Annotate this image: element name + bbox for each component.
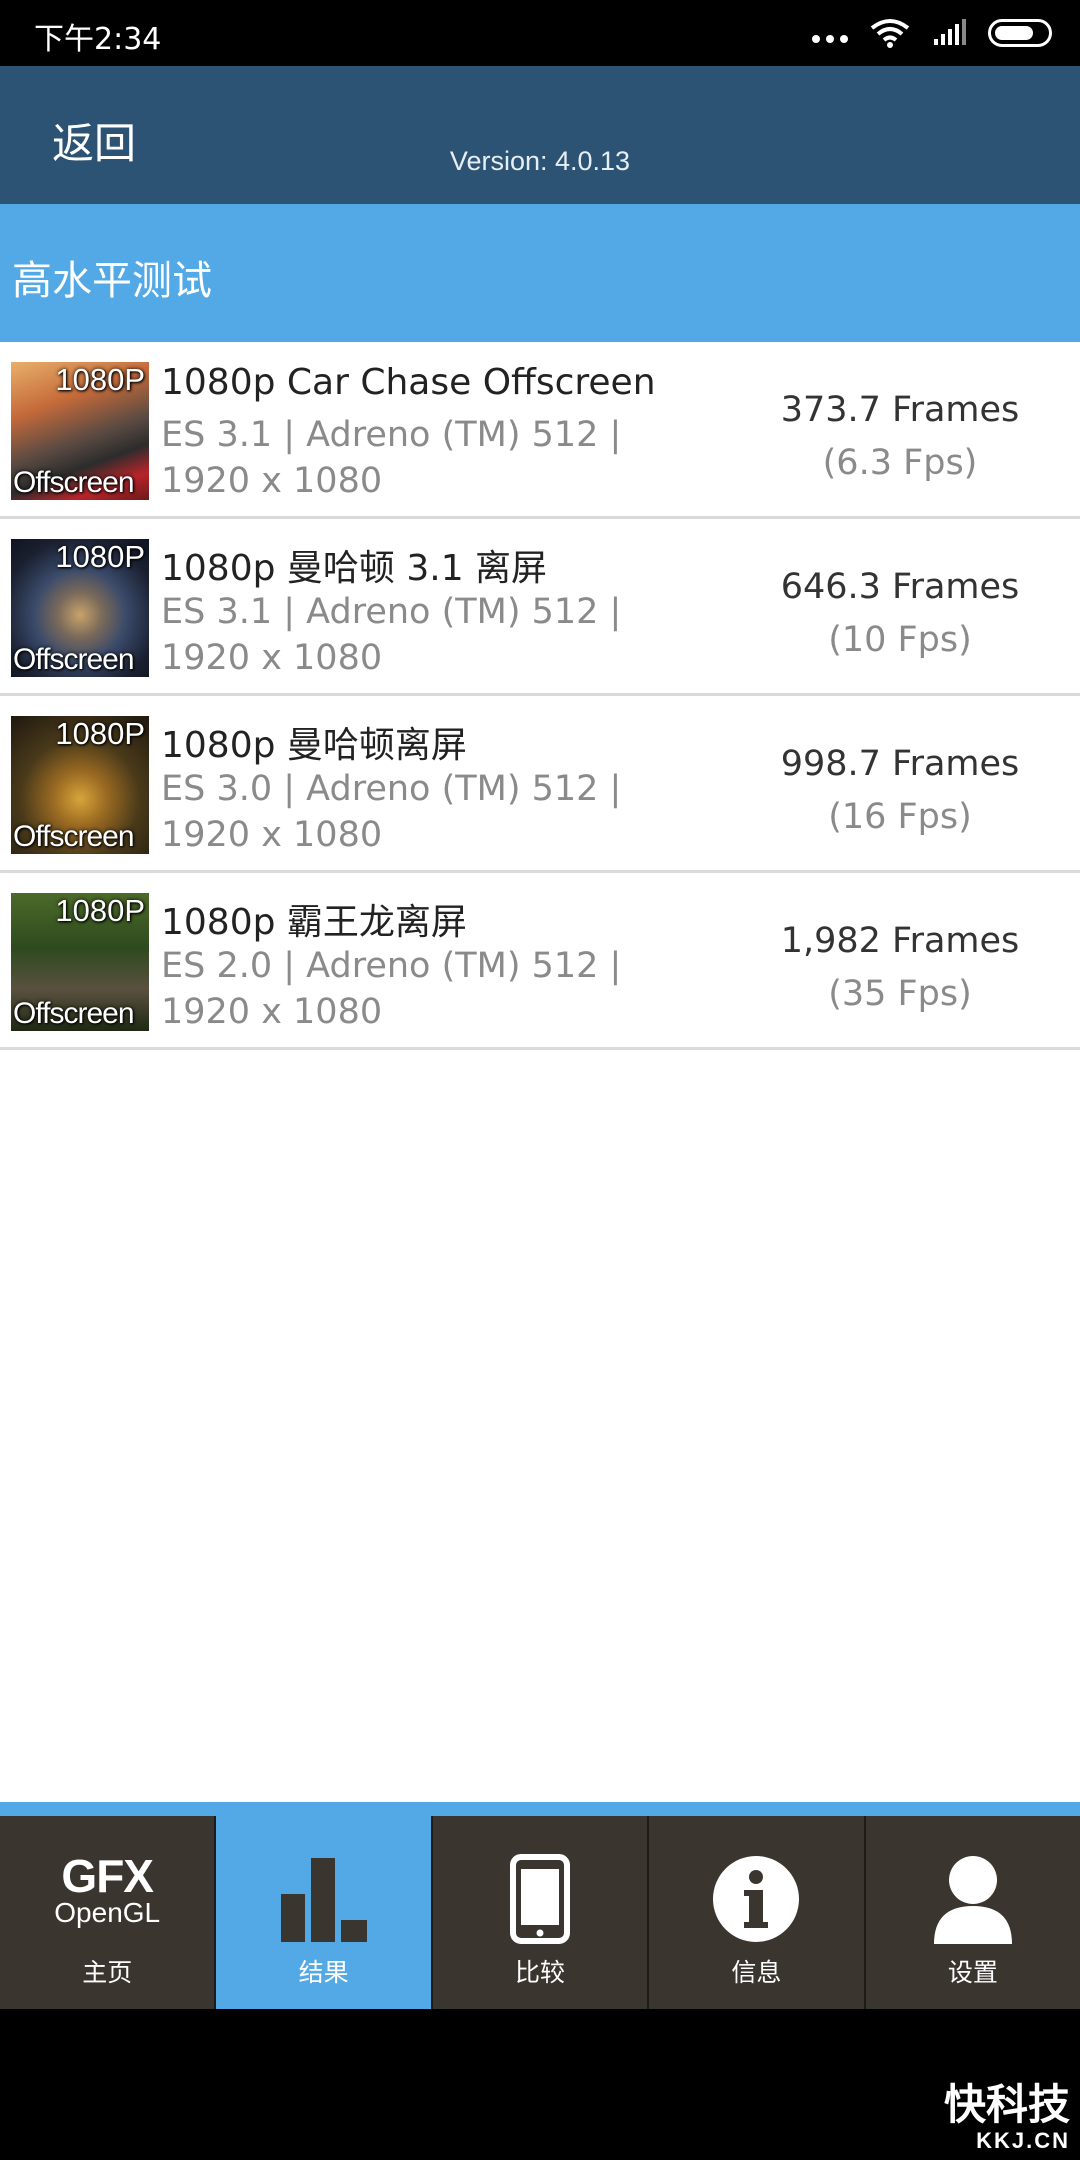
tab-settings-label: 设置 xyxy=(947,1958,998,1987)
tab-settings[interactable]: 设置 xyxy=(866,1816,1080,2009)
thumbnail-offscreen-badge: Offscreen xyxy=(13,820,135,853)
test-frames: 1,982 Frames xyxy=(780,921,1020,961)
thumbnail-offscreen-badge: Offscreen xyxy=(13,466,135,499)
more-dots-icon xyxy=(812,23,848,43)
status-time: 下午2:34 xyxy=(34,22,162,57)
thumbnail-offscreen-badge: Offscreen xyxy=(13,997,135,1030)
test-name: 1080p 曼哈顿离屏 xyxy=(161,725,467,766)
watermark-cn: 快科技 xyxy=(943,2080,1070,2129)
section-header: 高水平测试 xyxy=(0,204,1080,342)
test-score: 1,982 Frames (35 Fps) xyxy=(740,915,1060,1021)
test-score: 998.7 Frames (16 Fps) xyxy=(740,738,1060,844)
test-fps: (6.3 Fps) xyxy=(822,443,978,483)
test-score: 646.3 Frames (10 Fps) xyxy=(740,561,1060,667)
bottom-nav: GFX OpenGL 主页 结果 比较 信息 设置 xyxy=(0,1816,1080,2009)
watermark: 快科技 KKJ.CN xyxy=(944,2082,1070,2154)
test-detail: ES 3.1 | Adreno (TM) 512 | 1920 x 1080 xyxy=(161,589,621,681)
test-frames: 373.7 Frames xyxy=(780,390,1020,430)
test-fps: (16 Fps) xyxy=(828,797,972,837)
tab-info-label: 信息 xyxy=(731,1958,782,1987)
test-detail-resolution: 1920 x 1080 xyxy=(161,815,383,855)
test-row-manhattan-31[interactable]: 1080P Offscreen 1080p 曼哈顿 3.1 离屏 ES 3.1 … xyxy=(0,519,1080,696)
nav-accent-bar xyxy=(0,1802,1080,1816)
tab-info[interactable]: 信息 xyxy=(649,1816,866,2009)
test-detail-api: ES 3.1 | Adreno (TM) 512 | xyxy=(161,592,622,632)
test-fps: (35 Fps) xyxy=(828,974,972,1014)
user-icon xyxy=(933,1856,1012,1944)
wifi-icon xyxy=(870,19,910,48)
tab-home[interactable]: GFX OpenGL 主页 xyxy=(0,1816,217,2009)
test-thumbnail: 1080P Offscreen xyxy=(11,362,149,500)
version-label: Version: 4.0.13 xyxy=(449,146,631,176)
test-detail: ES 2.0 | Adreno (TM) 512 | 1920 x 1080 xyxy=(161,943,621,1035)
watermark-en: KKJ.CN xyxy=(976,2128,1070,2153)
section-title: 高水平测试 xyxy=(12,258,212,304)
signal-icon xyxy=(934,19,966,45)
test-name: 1080p 霸王龙离屏 xyxy=(161,902,467,943)
battery-icon xyxy=(988,19,1052,47)
tab-home-label: 主页 xyxy=(82,1958,133,1987)
thumbnail-resolution-badge: 1080P xyxy=(55,362,145,397)
bottom-area: 快科技 KKJ.CN xyxy=(0,2009,1080,2160)
bar-chart-icon xyxy=(280,1858,367,1942)
thumbnail-offscreen-badge: Offscreen xyxy=(13,643,135,676)
test-score: 373.7 Frames (6.3 Fps) xyxy=(740,384,1060,490)
tab-results[interactable]: 结果 xyxy=(216,1816,433,2009)
test-fps: (10 Fps) xyxy=(828,620,972,660)
thumbnail-resolution-badge: 1080P xyxy=(55,893,145,928)
thumbnail-resolution-badge: 1080P xyxy=(55,539,145,574)
test-name: 1080p Car Chase Offscreen xyxy=(161,362,656,403)
tab-results-label: 结果 xyxy=(298,1958,349,1987)
test-row-manhattan[interactable]: 1080P Offscreen 1080p 曼哈顿离屏 ES 3.0 | Adr… xyxy=(0,696,1080,873)
test-thumbnail: 1080P Offscreen xyxy=(11,716,149,854)
test-detail: ES 3.0 | Adreno (TM) 512 | 1920 x 1080 xyxy=(161,766,621,858)
test-detail-resolution: 1920 x 1080 xyxy=(161,992,383,1032)
test-detail-resolution: 1920 x 1080 xyxy=(161,638,383,678)
phone-icon xyxy=(510,1854,571,1944)
status-bar: 下午2:34 xyxy=(0,0,1080,66)
test-row-t-rex[interactable]: 1080P Offscreen 1080p 霸王龙离屏 ES 2.0 | Adr… xyxy=(0,873,1080,1050)
tab-compare-label: 比较 xyxy=(515,1958,566,1987)
results-list: 1080P Offscreen 1080p Car Chase Offscree… xyxy=(0,342,1080,1802)
test-frames: 998.7 Frames xyxy=(780,744,1020,784)
gfx-logo-icon: GFX OpenGL xyxy=(54,1850,161,1928)
info-icon xyxy=(713,1856,800,1942)
test-detail-api: ES 3.1 | Adreno (TM) 512 | xyxy=(161,415,622,455)
app-header: 返回 Version: 4.0.13 xyxy=(0,66,1080,204)
test-detail-api: ES 2.0 | Adreno (TM) 512 | xyxy=(161,946,622,986)
status-icons xyxy=(812,16,1052,50)
test-detail-api: ES 3.0 | Adreno (TM) 512 | xyxy=(161,769,622,809)
test-thumbnail: 1080P Offscreen xyxy=(11,893,149,1031)
tab-compare[interactable]: 比较 xyxy=(433,1816,650,2009)
test-name: 1080p 曼哈顿 3.1 离屏 xyxy=(161,548,548,589)
test-detail: ES 3.1 | Adreno (TM) 512 | 1920 x 1080 xyxy=(161,412,621,504)
test-thumbnail: 1080P Offscreen xyxy=(11,539,149,677)
thumbnail-resolution-badge: 1080P xyxy=(55,716,145,751)
test-row-car-chase[interactable]: 1080P Offscreen 1080p Car Chase Offscree… xyxy=(0,342,1080,519)
test-frames: 646.3 Frames xyxy=(780,567,1020,607)
test-detail-resolution: 1920 x 1080 xyxy=(161,461,383,501)
